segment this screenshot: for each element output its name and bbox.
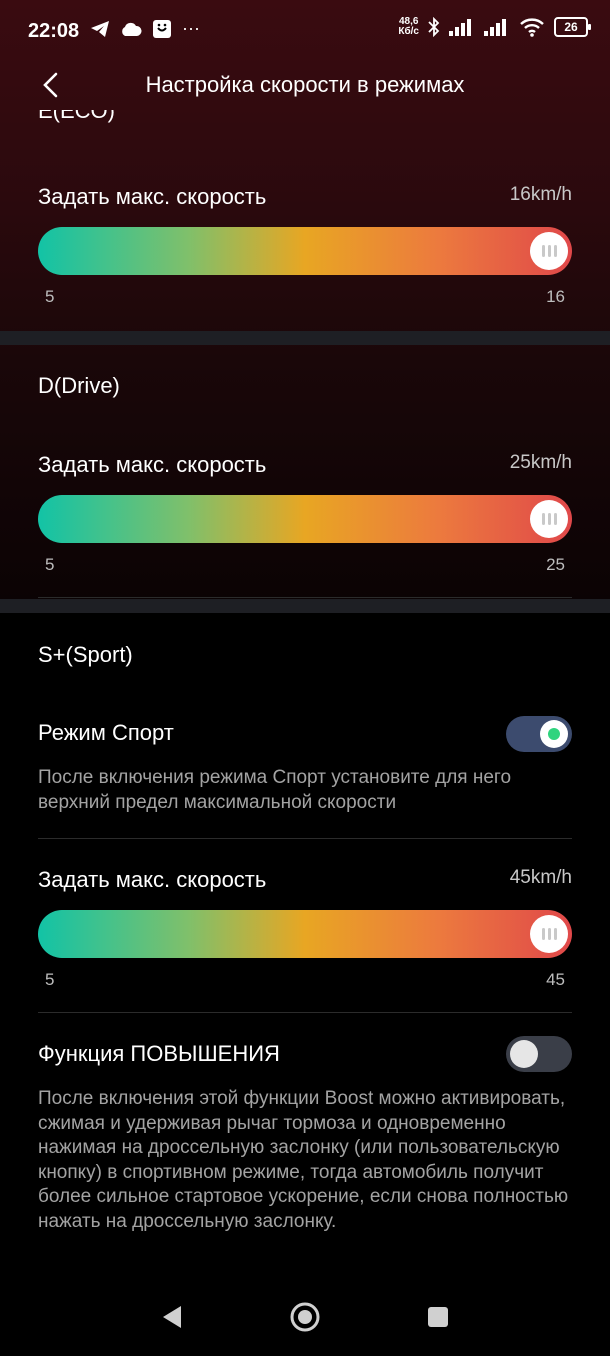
drive-slider-max: 25 xyxy=(546,555,565,574)
system-navigation-bar xyxy=(0,1276,610,1356)
slider-thumb[interactable] xyxy=(530,915,568,953)
status-app-icons: ··· xyxy=(90,18,200,39)
bluetooth-icon xyxy=(428,17,440,37)
sport-speed-label: Задать макс. скорость xyxy=(38,867,267,892)
more-dots-icon: ··· xyxy=(182,18,200,38)
slider-thumb[interactable] xyxy=(530,500,568,538)
nav-recents-icon[interactable] xyxy=(427,1306,449,1328)
status-system-icons: 48,6 Кб/с 26 xyxy=(398,16,591,37)
sport-mode-toggle[interactable] xyxy=(506,716,572,752)
sport-mode-description: После включения режима Спорт установите … xyxy=(38,767,512,813)
wifi-icon xyxy=(520,18,544,37)
boost-function-toggle[interactable] xyxy=(506,1036,572,1072)
section-divider xyxy=(0,331,610,345)
cloud-icon xyxy=(122,22,142,36)
drive-section-title: D(Drive) xyxy=(38,373,120,398)
eco-speed-label: Задать макс. скорость xyxy=(38,184,267,209)
sport-slider-max: 45 xyxy=(546,970,565,989)
status-time: 22:08 xyxy=(28,20,80,42)
sport-speed-slider[interactable] xyxy=(38,910,572,958)
divider-line xyxy=(38,838,572,839)
network-speed: 48,6 Кб/с xyxy=(398,16,419,37)
slider-thumb[interactable] xyxy=(530,232,568,270)
app-header: Настройка скорости в режимах xyxy=(0,60,610,110)
drive-speed-slider[interactable] xyxy=(38,495,572,543)
sport-mode-label: Режим Спорт xyxy=(38,720,174,745)
toggle-knob xyxy=(510,1040,538,1068)
boost-function-description: После включения этой функции Boost можно… xyxy=(38,1088,569,1232)
status-bar: 22:08 ··· 48,6 Кб/с 26 xyxy=(0,0,610,60)
drive-speed-label: Задать макс. скорость xyxy=(38,452,267,477)
page-title: Настройка скорости в режимах xyxy=(145,72,465,97)
eco-speed-slider[interactable] xyxy=(38,227,572,275)
divider-line xyxy=(38,1012,572,1013)
section-divider xyxy=(0,599,610,613)
signal-icon xyxy=(449,19,471,36)
divider-line xyxy=(38,597,572,598)
notification-app-icon xyxy=(153,19,171,38)
telegram-icon xyxy=(91,20,109,37)
eco-slider-max: 16 xyxy=(546,287,565,306)
signal-icon xyxy=(484,19,506,36)
eco-slider-min: 5 xyxy=(45,287,55,306)
nav-back-icon[interactable] xyxy=(160,1304,184,1330)
sport-section-title: S+(Sport) xyxy=(38,642,133,667)
boost-function-label: Функция ПОВЫШЕНИЯ xyxy=(38,1041,280,1066)
nav-home-icon[interactable] xyxy=(289,1301,321,1333)
drive-slider-min: 5 xyxy=(45,555,55,574)
drive-speed-value: 25km/h xyxy=(509,452,572,473)
battery-indicator: 26 xyxy=(554,17,591,37)
sport-speed-value: 45km/h xyxy=(509,867,572,888)
toggle-knob xyxy=(540,720,568,748)
eco-speed-value: 16km/h xyxy=(509,184,572,205)
sport-slider-min: 5 xyxy=(45,970,55,989)
eco-section-title: E(ECO) xyxy=(38,110,115,123)
eco-title-clip: E(ECO) xyxy=(0,110,610,132)
